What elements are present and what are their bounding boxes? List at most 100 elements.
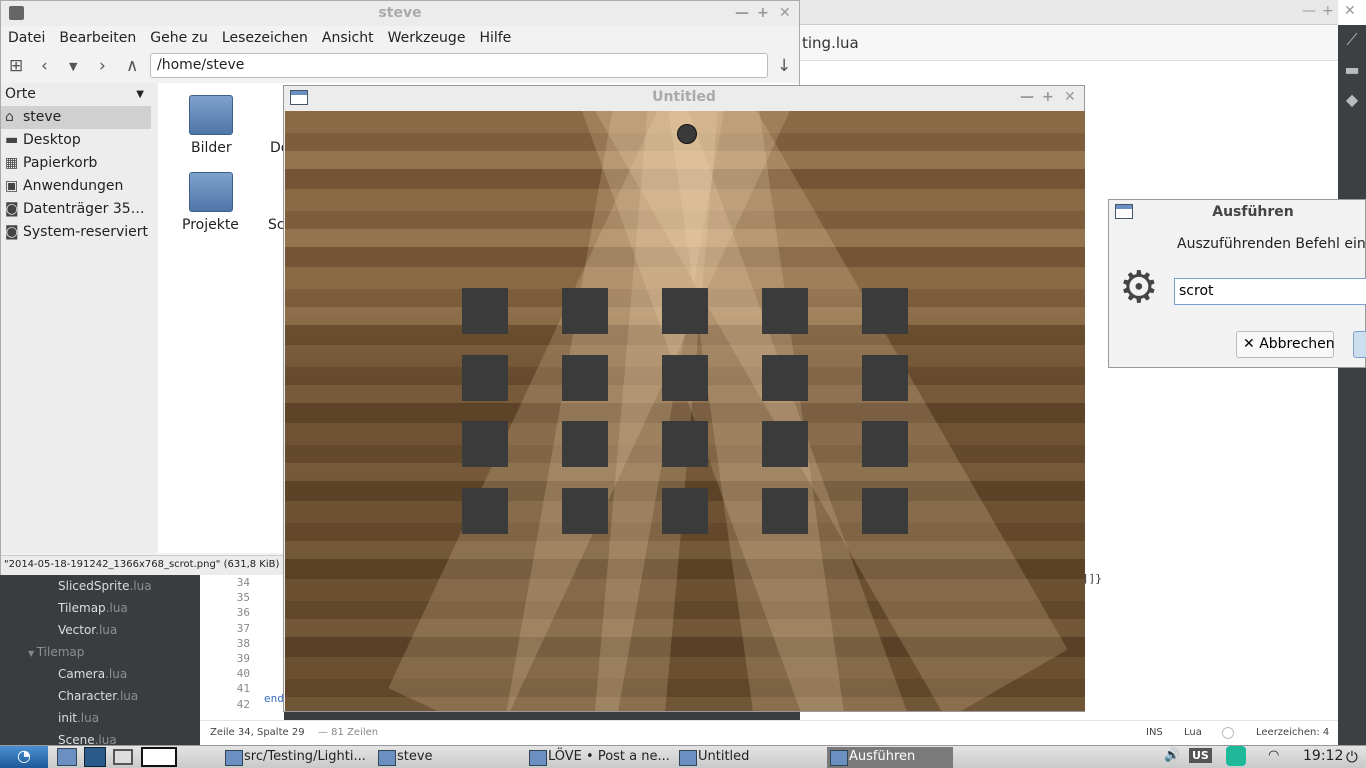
place-item[interactable]: ▬ Desktop [1,129,158,152]
menu-item[interactable]: Ansicht [315,26,381,52]
line-number: 37 [236,621,250,635]
menu-item[interactable]: Hilfe [472,26,518,52]
taskbar-task[interactable]: steve [375,747,515,768]
keyboard-layout[interactable]: US [1189,748,1212,763]
game-canvas[interactable] [285,111,1085,711]
folder-icon[interactable] [189,172,233,212]
menu-item[interactable]: Werkzeuge [381,26,473,52]
line-number: 38 [236,636,250,650]
taskbar-task[interactable]: src/Testing/Lighti... [222,747,366,768]
place-label: steve [23,109,62,125]
tree-item[interactable]: init.lua [0,707,200,729]
shadow-block [762,288,808,334]
taskbar-task[interactable]: Untitled [676,747,816,768]
history-dropdown-icon[interactable]: ▼ [69,60,77,73]
language-selector[interactable]: Lua [1184,727,1202,738]
folder-pictures-icon[interactable] [189,95,233,135]
place-label: Papierkorb [23,155,98,171]
tree-item[interactable]: ▼ Tilemap [0,641,200,663]
maximize-button[interactable]: + [1322,3,1334,19]
folder-icon [9,6,24,20]
tree-item[interactable]: SlicedSprite.lua [0,575,200,597]
power-icon[interactable]: ⏻ [1346,748,1358,766]
go-icon[interactable]: ↓ [777,56,791,76]
workspace-switcher-icon[interactable] [141,747,177,767]
shadow-block [562,288,608,334]
start-menu-icon[interactable]: ◔ [0,746,48,768]
tree-item-ext: .lua [95,623,118,637]
file-manager-launcher-icon[interactable] [57,748,77,766]
window-title: steve [378,5,422,21]
window-titlebar: Untitled — + ✕ [284,86,1084,111]
tree-item[interactable]: Tilemap.lua [0,597,200,619]
package-icon[interactable]: ▬ [1338,55,1366,85]
line-number: 39 [236,651,250,665]
place-item[interactable]: ▦ Papierkorb [1,152,158,175]
cursor-position[interactable]: Zeile 34, Spalte 29 [210,727,305,738]
git-icon[interactable]: ◆ [1338,85,1366,115]
menu-item[interactable]: Lesezeichen [215,26,315,52]
place-item[interactable]: ⌂ steve [1,106,151,129]
place-item[interactable]: ◙ System-reserviert [1,221,158,244]
up-icon[interactable]: ∧ [126,56,138,76]
status-circle-icon[interactable] [1222,727,1234,739]
place-item[interactable]: ◙ Datenträger 35… [1,198,158,221]
maximize-button[interactable]: + [757,1,769,26]
menu-item[interactable]: Datei [1,26,52,52]
maximize-button[interactable]: + [1042,86,1054,109]
line-number: 34 [236,576,250,589]
taskbar-task[interactable]: LÖVE • Post a ne... [526,747,670,768]
place-item[interactable]: ▣ Anwendungen [1,175,158,198]
command-input[interactable]: scrot [1174,278,1366,305]
location-input[interactable]: /home/steve [150,53,768,78]
file-item-label[interactable]: Projekte [182,217,239,233]
clock[interactable]: 19:12 [1303,748,1343,764]
dialog-prompt: Auszuführenden Befehl einge [1177,236,1366,252]
shadow-block [562,488,608,534]
shadow-block [662,355,708,401]
tree-item-name: init [58,711,77,725]
minimize-button[interactable]: — [1020,86,1034,109]
run-button[interactable] [1353,331,1366,358]
tree-item[interactable]: Character.lua [0,685,200,707]
volume-icon[interactable]: 🔊 [1164,748,1180,763]
shadow-block [762,421,808,467]
new-tab-icon[interactable]: ⊞ [9,56,23,76]
sync-icon[interactable] [1226,746,1246,766]
tree-item-ext: .lua [76,711,100,725]
places-header[interactable]: Orte ▼ [1,83,158,106]
show-desktop-icon[interactable] [113,749,133,765]
taskbar-task[interactable]: Ausführen [827,747,953,768]
editor-tab[interactable]: ting.lua [800,25,1338,61]
back-icon[interactable]: ‹ [41,56,48,76]
shadow-block [462,288,508,334]
editor-statusbar: Zeile 34, Spalte 29 — 81 Zeilen INS Lua … [200,720,1338,745]
shadow-block [462,421,508,467]
menu-item[interactable]: Bearbeiten [52,26,143,52]
activity-icon[interactable]: ⟋ [1338,25,1366,55]
cancel-button[interactable]: ✕ Abbrechen [1236,331,1335,358]
window-icon [290,90,308,105]
close-icon: ✕ [1243,336,1260,352]
menubar: Datei Bearbeiten Gehe zu Lesezeichen Ansicht… [1,26,799,52]
menu-item[interactable]: Gehe zu [143,26,215,52]
shadow-block [862,355,908,401]
tree-item[interactable]: Vector.lua [0,619,200,641]
indent-setting[interactable]: Leerzeichen: 4 [1256,727,1329,738]
browser-launcher-icon[interactable] [84,747,106,767]
minimize-button[interactable]: — [735,1,749,26]
file-item-label[interactable]: Bilder [191,140,232,156]
forward-icon[interactable]: › [99,56,106,76]
trash-icon: ▦ [5,155,19,171]
shadow-block [662,288,708,334]
close-button[interactable]: ✕ [1064,86,1076,109]
insert-mode[interactable]: INS [1146,727,1163,738]
editor-side-strip: ⟋ ▬ ◆ [1338,25,1366,745]
close-button[interactable]: ✕ [779,1,791,26]
project-tree: SlicedSprite.lua Tilemap.lua Vector.lua ▼ T… [0,575,200,747]
wifi-icon[interactable]: ◠ [1268,748,1279,763]
tree-item-ext: .lua [105,601,128,615]
tree-item[interactable]: Camera.lua [0,663,200,685]
close-button[interactable]: ✕ [1344,3,1356,19]
minimize-button[interactable]: — [1302,3,1316,19]
